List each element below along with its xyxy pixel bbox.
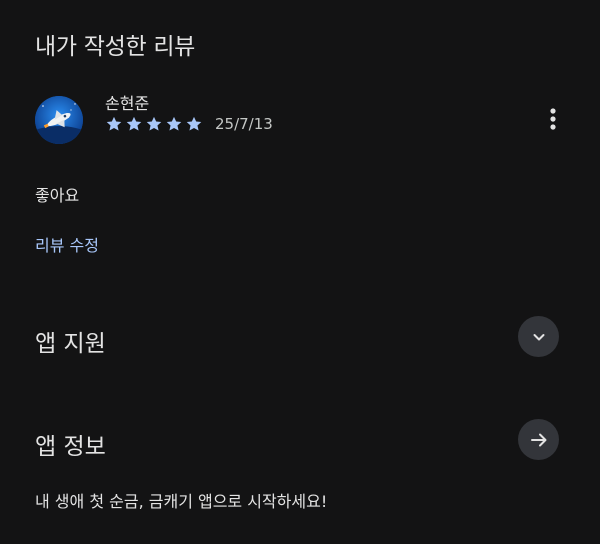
my-review-title: 내가 작성한 리뷰	[35, 34, 196, 60]
more-options-button[interactable]	[541, 104, 565, 134]
more-vert-icon	[550, 108, 556, 130]
app-info-title: 앱 정보	[35, 434, 106, 460]
arrow-right-icon	[530, 433, 546, 446]
star-icon	[106, 116, 122, 131]
reviewer-avatar	[35, 96, 83, 144]
review-header: 손현준 25/7/13	[35, 90, 565, 150]
star-icon	[126, 116, 142, 131]
review-date: 25/7/13	[215, 115, 273, 133]
review-text: 좋아요	[35, 186, 80, 205]
edit-review-link[interactable]: 리뷰 수정	[35, 232, 99, 256]
reviewer-name: 손현준	[105, 94, 150, 113]
app-info-arrow-button[interactable]	[518, 419, 559, 460]
app-support-expand-button[interactable]	[518, 316, 559, 357]
star-icon	[166, 116, 182, 131]
star-icon	[186, 116, 202, 131]
app-support-title: 앱 지원	[35, 331, 106, 357]
app-description: 내 생애 첫 순금, 금캐기 앱으로 시작하세요!	[35, 492, 328, 511]
space-shuttle-icon	[35, 96, 83, 144]
rating-stars: 25/7/13	[105, 115, 273, 133]
chevron-down-icon	[533, 333, 544, 340]
star-icon	[146, 116, 162, 131]
